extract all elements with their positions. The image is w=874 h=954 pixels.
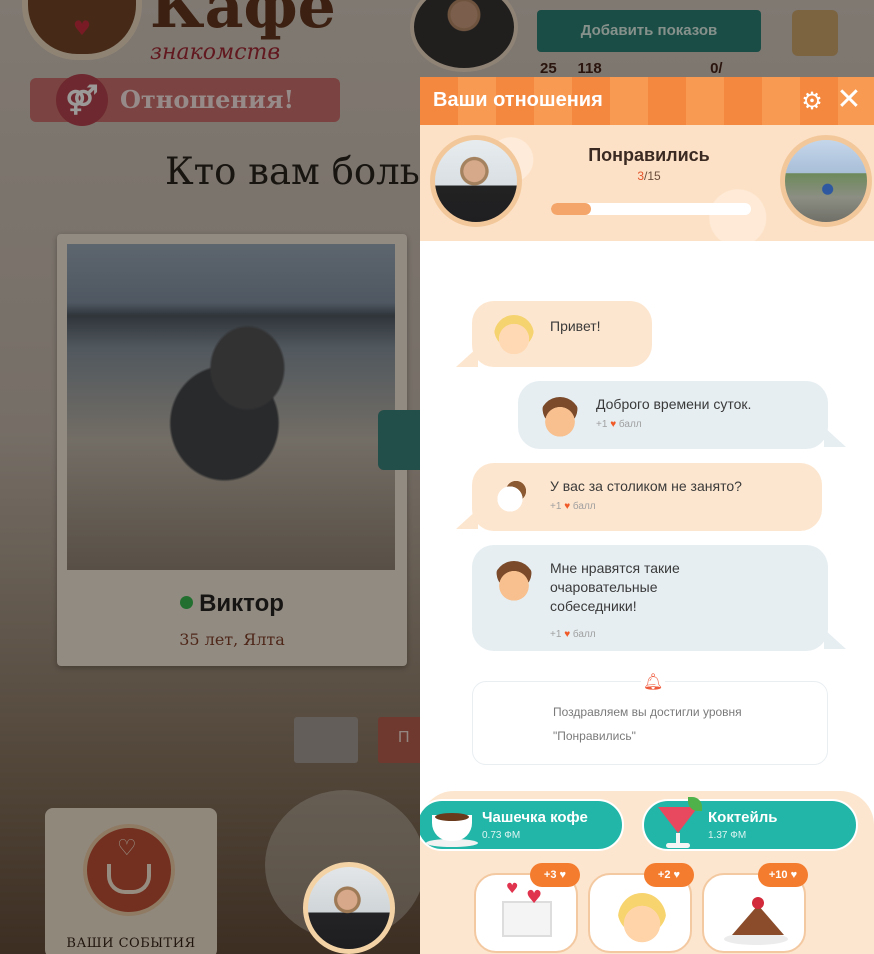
gift-name: Чашечка кофе bbox=[482, 809, 588, 826]
level-total: /15 bbox=[644, 169, 661, 183]
gift-card-letter[interactable]: +3 ♥ ♥ ♥ bbox=[474, 863, 580, 953]
gear-icon[interactable]: ⚙ bbox=[798, 85, 826, 117]
message-bubble: Доброго времени суток. +1 ♥ балл bbox=[518, 381, 828, 449]
close-icon[interactable]: ✕ bbox=[832, 83, 866, 117]
bubble-tail bbox=[824, 629, 846, 649]
coffee-cups-icon bbox=[492, 477, 532, 517]
partner-avatar[interactable] bbox=[780, 135, 872, 227]
gift-price: 0.73 ФМ bbox=[482, 830, 521, 841]
message-text: Доброго времени суток. bbox=[596, 396, 752, 412]
gift-card-laugh[interactable]: +2 ♥ bbox=[588, 863, 694, 953]
cocktail-icon bbox=[652, 797, 704, 853]
message-text: Мне нравятся такие очаровательные собесе… bbox=[550, 560, 680, 614]
message-text: У вас за столиком не занято? bbox=[550, 478, 742, 494]
gift-badge: +3 ♥ bbox=[530, 863, 580, 887]
message-text: Привет! bbox=[550, 318, 601, 334]
notification-line1: Поздравляем вы достигли уровня bbox=[553, 705, 742, 719]
gift-badge: +2 ♥ bbox=[644, 863, 694, 887]
self-avatar-bottom[interactable] bbox=[303, 862, 395, 954]
message-bubble: Привет! bbox=[472, 301, 652, 367]
modal-title: Ваши отношения bbox=[433, 89, 603, 111]
gift-name: Коктейль bbox=[708, 809, 778, 826]
coffee-cup-icon bbox=[426, 797, 478, 853]
gifts-panel: Чашечка кофе 0.73 ФМ Коктейль 1.37 ФМ +3… bbox=[420, 791, 874, 954]
modal-header: Ваши отношения ⚙ ✕ bbox=[420, 77, 874, 125]
message-bubble: Мне нравятся такие очаровательные собесе… bbox=[472, 545, 828, 651]
message-points: +1 ♥ балл bbox=[596, 419, 642, 430]
chat-area: Привет! Доброго времени суток. +1 ♥ балл… bbox=[420, 241, 874, 801]
boy-smile-icon bbox=[540, 397, 580, 437]
laughing-face-icon bbox=[618, 893, 666, 943]
love-letter-icon: ♥ ♥ bbox=[502, 881, 552, 937]
message-bubble: У вас за столиком не занято? +1 ♥ балл bbox=[472, 463, 822, 531]
blonde-girl-wink-icon bbox=[494, 315, 534, 355]
bell-icon: 🔔︎ bbox=[641, 672, 665, 694]
boy-smile-icon bbox=[494, 561, 534, 601]
bubble-tail bbox=[824, 427, 846, 447]
bubble-tail bbox=[456, 509, 478, 529]
level-current: 3 bbox=[637, 169, 644, 183]
gift-cocktail-button[interactable]: Коктейль 1.37 ФМ bbox=[642, 797, 858, 853]
message-points: +1 ♥ балл bbox=[550, 501, 596, 512]
gift-badge: +10 ♥ bbox=[758, 863, 808, 887]
level-progress-fill bbox=[551, 203, 591, 215]
level-notification: 🔔︎ Поздравляем вы достигли уровня "Понра… bbox=[472, 672, 828, 765]
level-band: Понравились 3/15 bbox=[420, 125, 874, 241]
gift-card-cake[interactable]: +10 ♥ bbox=[702, 863, 808, 953]
cake-slice-icon bbox=[724, 895, 788, 945]
message-points: +1 ♥ балл bbox=[550, 629, 596, 640]
relations-modal: Ваши отношения ⚙ ✕ Понравились 3/15 Прив… bbox=[420, 77, 874, 954]
gift-coffee-button[interactable]: Чашечка кофе 0.73 ФМ bbox=[420, 799, 624, 851]
notification-line2: "Понравились" bbox=[553, 729, 636, 743]
bubble-tail bbox=[456, 347, 478, 367]
gift-price: 1.37 ФМ bbox=[708, 830, 747, 841]
level-progress-bar bbox=[551, 203, 751, 215]
